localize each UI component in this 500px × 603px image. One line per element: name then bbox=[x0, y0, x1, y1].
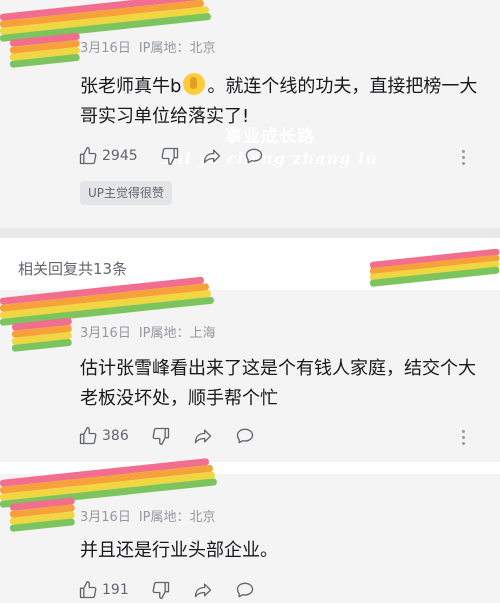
thumbs-down-icon bbox=[152, 581, 169, 599]
like-button[interactable]: 191 bbox=[78, 580, 129, 600]
thumbs-up-icon bbox=[79, 147, 97, 165]
comment-meta: 3月16日 IP属地：上海 bbox=[80, 322, 216, 341]
like-count: 191 bbox=[102, 582, 129, 598]
more-vertical-icon bbox=[462, 150, 465, 153]
comment-ip: IP属地：北京 bbox=[138, 510, 216, 525]
comment-actions: 191 bbox=[78, 578, 488, 602]
comment-ip: IP属地：上海 bbox=[138, 326, 216, 341]
share-icon bbox=[194, 583, 211, 598]
more-options-button[interactable] bbox=[462, 148, 466, 165]
share-icon bbox=[203, 149, 220, 164]
comment-card: 3月16日 IP属地：北京 张老师真牛b 。就连个线的功夫，直接把榜一大哥实习单位给… bbox=[0, 0, 500, 228]
more-vertical-icon bbox=[462, 430, 465, 433]
reply-button[interactable] bbox=[235, 426, 255, 446]
share-icon bbox=[194, 429, 211, 444]
comment-card: 3月16日 IP属地：上海 估计张雪峰看出来了这是个有钱人家庭，结交个大老板没坏处… bbox=[0, 276, 500, 462]
comment-meta: 3月16日 IP属地：北京 bbox=[80, 506, 216, 525]
thumbs-up-emoji-icon bbox=[183, 73, 206, 95]
comment-date: 3月16日 bbox=[80, 326, 131, 341]
reply-button[interactable] bbox=[244, 146, 264, 166]
like-count: 2945 bbox=[102, 148, 138, 164]
thumbs-down-icon bbox=[161, 147, 178, 165]
dislike-button[interactable] bbox=[160, 146, 180, 166]
section-divider bbox=[0, 228, 500, 238]
share-button[interactable] bbox=[193, 580, 213, 600]
share-button[interactable] bbox=[193, 426, 213, 446]
comment-icon bbox=[245, 148, 262, 164]
comment-actions: 2945 bbox=[78, 144, 488, 168]
like-count: 386 bbox=[102, 428, 129, 444]
up-liked-badge: UP主觉得很赞 bbox=[80, 181, 173, 205]
more-options-button[interactable] bbox=[462, 428, 466, 445]
like-button[interactable]: 2945 bbox=[78, 146, 138, 166]
dislike-button[interactable] bbox=[151, 580, 171, 600]
reply-button[interactable] bbox=[235, 580, 255, 600]
comment-meta: 3月16日 IP属地：北京 bbox=[80, 37, 216, 56]
thumbs-down-icon bbox=[152, 427, 169, 445]
comment-card: 3月16日 IP属地：北京 并且还是行业头部企业。 191 bbox=[0, 458, 500, 603]
comment-text: 张老师真牛b 。就连个线的功夫，直接把榜一大哥实习单位给落实了! bbox=[80, 72, 480, 132]
like-button[interactable]: 386 bbox=[78, 426, 129, 446]
share-button[interactable] bbox=[202, 146, 222, 166]
comment-actions: 386 bbox=[78, 424, 488, 448]
comment-text: 并且还是行业头部企业。 bbox=[80, 540, 278, 561]
comment-date: 3月16日 bbox=[80, 510, 131, 525]
replies-header[interactable]: 相关回复共13条 bbox=[18, 258, 127, 279]
thumbs-up-icon bbox=[79, 427, 97, 445]
comment-date: 3月16日 bbox=[80, 41, 131, 56]
comment-ip: IP属地：北京 bbox=[138, 41, 216, 56]
comment-text: 估计张雪峰看出来了这是个有钱人家庭，结交个大老板没坏处，顺手帮个忙 bbox=[80, 358, 476, 409]
comment-icon bbox=[236, 582, 253, 598]
comment-icon bbox=[236, 428, 253, 444]
thumbs-up-icon bbox=[79, 581, 97, 599]
dislike-button[interactable] bbox=[151, 426, 171, 446]
